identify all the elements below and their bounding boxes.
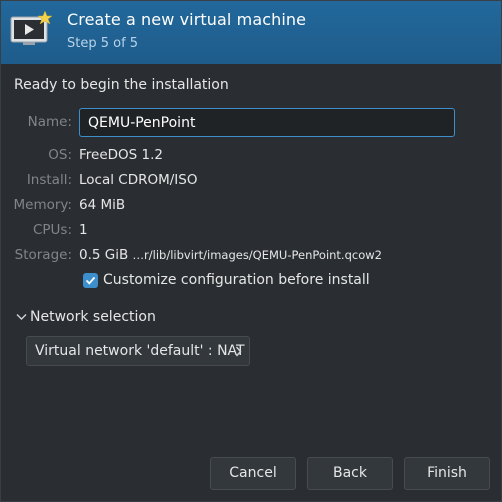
storage-size: 0.5 GiB [79,247,129,263]
step-indicator: Step 5 of 5 [67,36,139,51]
customize-checkbox[interactable] [83,273,98,288]
vm-name-input[interactable] [79,108,455,137]
network-selection-label: Network selection [30,309,156,325]
section-title: Ready to begin the installation [14,77,229,93]
new-vm-dialog: Create a new virtual machine Step 5 of 5… [0,0,502,502]
memory-value: 64 MiB [79,197,126,213]
chevron-down-icon [16,314,27,320]
network-source-button[interactable]: Virtual network 'default' : NAT [26,336,250,366]
install-label: Install: [26,172,72,188]
back-button[interactable]: Back [307,457,393,490]
storage-label: Storage: [14,247,72,263]
network-source-value: Virtual network 'default' : NAT [35,343,245,359]
storage-value: 0.5 GiB …r/lib/libvirt/images/QEMU-PenPo… [79,247,382,263]
cpus-value: 1 [79,222,88,238]
dialog-title: Create a new virtual machine [67,10,307,29]
install-value: Local CDROM/ISO [79,172,198,188]
dialog-header: Create a new virtual machine Step 5 of 5 [1,1,501,64]
os-value: FreeDOS 1.2 [79,147,163,163]
memory-label: Memory: [13,197,72,213]
cancel-button[interactable]: Cancel [210,457,296,490]
customize-checkbox-label[interactable]: Customize configuration before install [103,272,370,288]
cpus-label: CPUs: [32,222,72,238]
storage-path: …r/lib/libvirt/images/QEMU-PenPoint.qcow… [132,248,382,262]
name-label: Name: [27,114,72,130]
chevron-right-icon [235,346,242,357]
os-label: OS: [48,147,72,163]
monitor-new-vm-icon [9,9,55,49]
checkmark-icon [85,276,96,285]
finish-button[interactable]: Finish [404,457,490,490]
